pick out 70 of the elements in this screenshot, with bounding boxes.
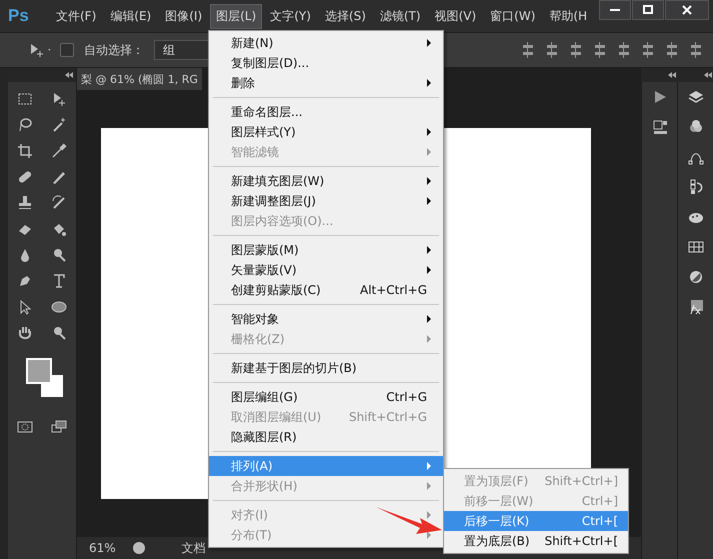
minimize-button[interactable]: [599, 0, 631, 20]
align-icon[interactable]: [521, 42, 535, 58]
magic-wand-icon[interactable]: [51, 117, 67, 133]
menu-item[interactable]: 图层编组(G) Ctrl+G: [209, 387, 443, 407]
align-icon[interactable]: [593, 42, 607, 58]
screen-mode-icon[interactable]: [51, 419, 67, 435]
hand-icon[interactable]: [17, 325, 33, 341]
auto-select-checkbox[interactable]: [60, 43, 74, 57]
menu-item[interactable]: 新建填充图层(W): [209, 171, 443, 191]
document-tab[interactable]: 梨 @ 61% (椭圆 1, RG: [77, 68, 202, 90]
menu-title[interactable]: 视图(V): [428, 4, 482, 28]
zoom-icon[interactable]: [51, 325, 67, 341]
align-icon[interactable]: [569, 42, 583, 58]
menu-item[interactable]: 置为底层(B) Shift+Ctrl+[: [444, 531, 628, 551]
type-icon[interactable]: [51, 273, 67, 289]
document-info: 文档: [182, 540, 206, 556]
quick-mask-icon[interactable]: [17, 419, 33, 435]
menu-title[interactable]: 滤镜(T): [374, 4, 427, 28]
auto-select-label: 自动选择：: [84, 42, 144, 58]
app-logo: Ps: [8, 6, 30, 26]
align-icon[interactable]: [617, 42, 631, 58]
stamp-icon[interactable]: [17, 195, 33, 211]
adjustment-icon[interactable]: [688, 269, 704, 285]
channels-icon[interactable]: [688, 119, 704, 135]
menu-title[interactable]: 图层(L): [210, 4, 262, 28]
status-icon[interactable]: [132, 541, 146, 555]
eyedropper-icon[interactable]: [51, 143, 67, 159]
close-button[interactable]: [665, 0, 709, 20]
menu-item[interactable]: 删除: [209, 73, 443, 93]
menu-item[interactable]: 智能对象: [209, 309, 443, 329]
foreground-swatch[interactable]: [26, 358, 52, 384]
menu-title[interactable]: 帮助(H: [543, 4, 594, 28]
brush-icon[interactable]: [51, 169, 67, 185]
align-icon[interactable]: [689, 42, 703, 58]
align-icon[interactable]: [545, 42, 559, 58]
maximize-icon: [643, 5, 653, 15]
crop-icon[interactable]: [17, 143, 33, 159]
move-icon[interactable]: [51, 91, 67, 107]
paint-bucket-icon[interactable]: [51, 221, 67, 237]
collapse-icon[interactable]: [668, 72, 676, 78]
menu-item[interactable]: 隐藏图层(R): [209, 427, 443, 447]
menu-title[interactable]: 选择(S): [318, 4, 372, 28]
collapse-icon[interactable]: [704, 72, 712, 78]
close-icon: [682, 5, 692, 15]
cube-icon[interactable]: [652, 119, 668, 135]
ellipse-icon[interactable]: [51, 299, 67, 315]
menu-title[interactable]: 窗口(W): [484, 4, 542, 28]
layers-icon[interactable]: [688, 89, 704, 105]
menu-item[interactable]: 新建调整图层(J): [209, 191, 443, 211]
menu-item[interactable]: 图层蒙版(M): [209, 240, 443, 260]
align-icon[interactable]: [665, 42, 679, 58]
menu-title[interactable]: 编辑(E): [104, 4, 158, 28]
lasso-icon[interactable]: [17, 117, 33, 133]
menu-item[interactable]: 重命名图层...: [209, 102, 443, 122]
minimize-icon: [610, 9, 620, 11]
menu-title[interactable]: 文件(F): [50, 4, 102, 28]
zoom-level: 61%: [89, 541, 116, 555]
grid-icon[interactable]: [688, 239, 704, 255]
menu-item[interactable]: 新建基于图层的切片(B): [209, 358, 443, 378]
menu-item[interactable]: 矢量蒙版(V): [209, 260, 443, 280]
collapse-icon[interactable]: [65, 72, 73, 78]
maximize-button[interactable]: [632, 0, 664, 20]
menu-item[interactable]: 图层样式(Y): [209, 122, 443, 142]
fx-icon[interactable]: [688, 299, 704, 315]
menu-item[interactable]: 创建剪贴蒙版(C) Alt+Ctrl+G: [209, 280, 443, 300]
align-icon[interactable]: [641, 42, 655, 58]
menu-title[interactable]: 图像(I): [159, 4, 208, 28]
marquee-icon[interactable]: [17, 91, 33, 107]
pen-icon[interactable]: [17, 273, 33, 289]
menu-title[interactable]: 文字(Y): [264, 4, 317, 28]
